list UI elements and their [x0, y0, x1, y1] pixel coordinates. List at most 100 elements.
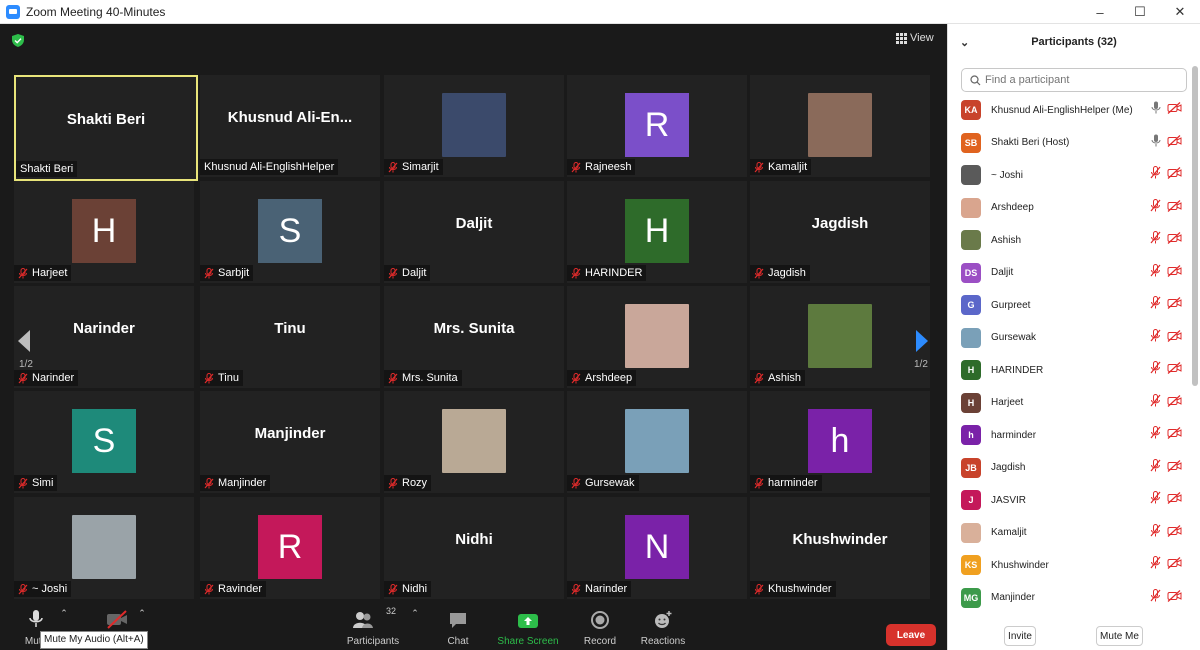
participant-list-scrollbar[interactable] — [1192, 66, 1198, 386]
share-screen-icon — [517, 602, 539, 630]
video-tile[interactable]: N Narinder — [567, 497, 747, 599]
video-off-icon — [1167, 296, 1182, 314]
video-tile[interactable]: Jagdish Jagdish — [750, 181, 930, 283]
search-input[interactable] — [985, 74, 1175, 86]
participant-row[interactable]: ~ Joshi — [948, 159, 1194, 192]
participant-status-icons — [1150, 166, 1182, 184]
video-tile[interactable]: Simarjit — [384, 75, 564, 177]
video-off-icon — [1167, 589, 1182, 607]
video-tile[interactable]: Tinu Tinu — [200, 286, 380, 388]
video-tile[interactable]: Nidhi Nidhi — [384, 497, 564, 599]
participants-options-caret[interactable]: ⌃ — [409, 602, 421, 650]
participant-row[interactable]: G Gurpreet — [948, 289, 1194, 322]
participants-button[interactable]: 32 Participants — [345, 602, 401, 650]
video-tile[interactable]: Khushwinder Khushwinder — [750, 497, 930, 599]
muted-mic-icon — [1150, 198, 1161, 217]
reactions-button[interactable]: Reactions — [638, 602, 688, 650]
view-button[interactable]: View — [896, 32, 934, 44]
muted-mic-icon — [1150, 263, 1161, 282]
leave-button[interactable]: Leave — [886, 624, 936, 646]
tile-name-bar: Nidhi — [384, 581, 432, 597]
participant-row[interactable]: MG Manjinder — [948, 582, 1194, 615]
window-title: Zoom Meeting 40-Minutes — [26, 4, 166, 19]
participant-row-name: Ashish — [991, 234, 1022, 246]
video-tile[interactable]: Gursewak — [567, 391, 747, 493]
video-tile[interactable]: S Simi — [14, 391, 194, 493]
collapse-chevron-icon[interactable]: ⌄ — [960, 36, 969, 49]
tile-name-bar: Sarbjit — [200, 265, 254, 281]
video-tile[interactable]: Mrs. Sunita Mrs. Sunita — [384, 286, 564, 388]
muted-mic-icon — [388, 372, 398, 384]
tile-display-name: Narinder — [73, 319, 135, 337]
video-tile[interactable]: R Rajneesh — [567, 75, 747, 177]
profile-photo — [625, 409, 689, 473]
muted-mic-icon — [1150, 491, 1161, 509]
close-icon[interactable]: ✕ — [1160, 0, 1200, 24]
participant-row-name: Khushwinder — [991, 559, 1049, 571]
participant-name: Khushwinder — [768, 583, 832, 595]
maximize-icon[interactable]: ☐ — [1120, 0, 1160, 24]
participant-row[interactable]: Arshdeep — [948, 192, 1194, 225]
zoom-window: Zoom Meeting 40-Minutes – ☐ ✕ View Shakt… — [0, 0, 1200, 650]
participant-row[interactable]: H Harjeet — [948, 387, 1194, 420]
participant-name: Tinu — [218, 372, 239, 384]
share-screen-button[interactable]: Share Screen — [496, 602, 560, 650]
participant-row[interactable]: DS Daljit — [948, 257, 1194, 290]
participant-row-name: JASVIR — [991, 494, 1027, 506]
video-tile[interactable]: Arshdeep — [567, 286, 747, 388]
participant-row[interactable]: Gursewak — [948, 322, 1194, 355]
participant-row[interactable]: SB Shakti Beri (Host) — [948, 127, 1194, 160]
participant-row[interactable]: H HARINDER — [948, 354, 1194, 387]
participant-row[interactable]: Kamaljit — [948, 517, 1194, 550]
tile-name-bar: ~ Joshi — [14, 581, 72, 597]
participant-name: Simarjit — [402, 161, 439, 173]
participant-status-icons — [1151, 101, 1182, 119]
participant-name: Narinder — [585, 583, 628, 595]
chat-button[interactable]: Chat — [440, 602, 476, 650]
security-shield-icon[interactable] — [12, 34, 24, 47]
avatar-letter: S — [258, 199, 322, 263]
video-tile[interactable]: Shakti Beri Shakti Beri — [14, 75, 198, 181]
muted-mic-icon — [1150, 361, 1161, 379]
tile-name-bar: Shakti Beri — [16, 161, 78, 177]
video-tile[interactable]: Khusnud Ali-En... Khusnud Ali-EnglishHelp… — [200, 75, 380, 177]
participant-row[interactable]: JB Jagdish — [948, 452, 1194, 485]
participant-row[interactable]: KS Khushwinder — [948, 549, 1194, 582]
muted-mic-icon — [1150, 231, 1161, 249]
video-tile[interactable]: R Ravinder — [200, 497, 380, 599]
tile-name-bar: Jagdish — [750, 265, 810, 281]
video-tile[interactable]: Daljit Daljit — [384, 181, 564, 283]
participant-list: KA Khusnud Ali-EnglishHelper (Me) SB Shakti… — [948, 94, 1194, 614]
participant-name: Nidhi — [402, 583, 428, 595]
video-tile[interactable]: H HARINDER — [567, 181, 747, 283]
participant-row[interactable]: h harminder — [948, 419, 1194, 452]
previous-page-arrow-icon[interactable] — [12, 326, 36, 356]
muted-mic-icon — [204, 372, 214, 384]
participant-row[interactable]: J JASVIR — [948, 484, 1194, 517]
video-gallery: View Shakti Beri Shakti Beri Khusnud Ali-E… — [0, 24, 947, 602]
participant-search[interactable] — [961, 68, 1187, 92]
video-tile[interactable]: Rozy — [384, 391, 564, 493]
tile-name-bar: Rajneesh — [567, 159, 636, 175]
video-tile[interactable]: Manjinder Manjinder — [200, 391, 380, 493]
invite-button[interactable]: Invite — [1004, 626, 1036, 646]
record-button[interactable]: Record — [580, 602, 620, 650]
participant-row-name: Gurpreet — [991, 299, 1031, 311]
video-tile[interactable]: Narinder Narinder — [14, 286, 194, 388]
muted-mic-icon — [18, 583, 28, 595]
tile-name-bar: Simi — [14, 475, 58, 491]
video-tile[interactable]: ~ Joshi — [14, 497, 194, 599]
participant-row-name: Harjeet — [991, 397, 1024, 409]
mute-me-button[interactable]: Mute Me — [1096, 626, 1143, 646]
participant-row[interactable]: KA Khusnud Ali-EnglishHelper (Me) — [948, 94, 1194, 127]
video-tile[interactable]: h harminder — [750, 391, 930, 493]
video-tile[interactable]: H Harjeet — [14, 181, 194, 283]
next-page-arrow-icon[interactable] — [910, 326, 934, 356]
minimize-icon[interactable]: – — [1080, 0, 1120, 24]
participant-row[interactable]: Ashish — [948, 224, 1194, 257]
microphone-icon — [28, 602, 44, 630]
profile-photo — [72, 515, 136, 579]
video-tile[interactable]: Kamaljit — [750, 75, 930, 177]
video-tile[interactable]: S Sarbjit — [200, 181, 380, 283]
video-tile[interactable]: Ashish — [750, 286, 930, 388]
